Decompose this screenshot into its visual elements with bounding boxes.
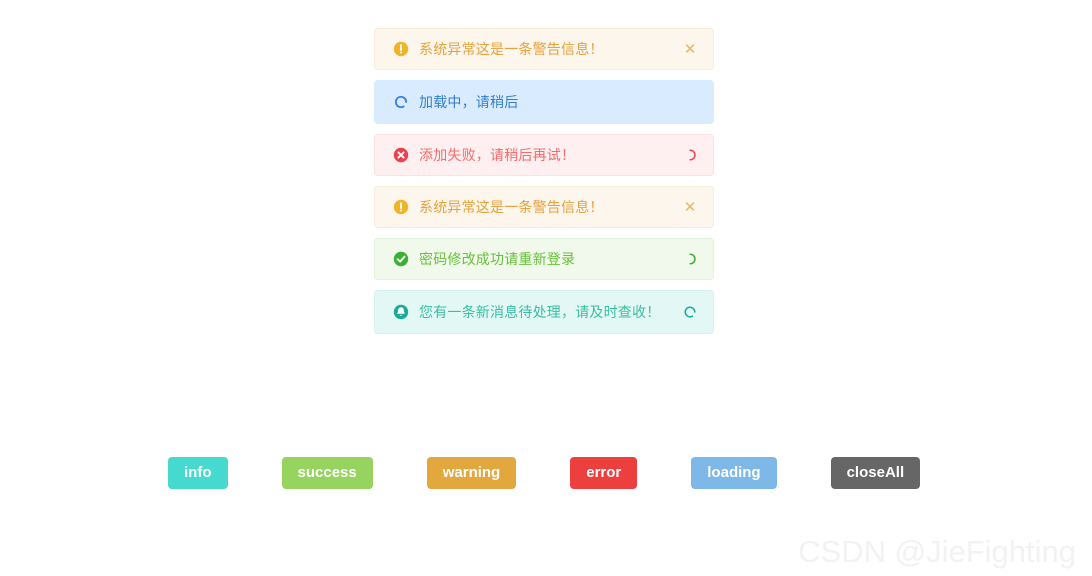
button-warning[interactable]: warning	[426, 457, 517, 489]
alert-message: 添加失败，请稍后再试！	[419, 147, 576, 163]
bell-icon	[393, 304, 409, 320]
error-circle-icon	[393, 147, 409, 163]
close-icon[interactable]: ✕	[681, 198, 699, 216]
loading-spinner-icon	[681, 303, 699, 321]
warning-circle-icon	[393, 41, 409, 57]
alert-info: 您有一条新消息待处理，请及时查收！	[374, 290, 714, 334]
loading-spinner-icon	[681, 146, 699, 164]
alert-error: 添加失败，请稍后再试！	[374, 134, 714, 176]
warning-circle-icon	[393, 199, 409, 215]
watermark: CSDN @JieFighting	[798, 534, 1076, 569]
alert-message: 您有一条新消息待处理，请及时查收！	[419, 304, 661, 320]
alert-right-slot	[681, 93, 699, 111]
button-success[interactable]: success	[281, 457, 373, 489]
loading-spinner-icon	[681, 250, 699, 268]
alert-success: 密码修改成功请重新登录	[374, 238, 714, 280]
alert-message: 系统异常这是一条警告信息！	[419, 199, 604, 215]
button-bar: info success warning error loading closeAll	[168, 457, 921, 489]
alert-message: 密码修改成功请重新登录	[419, 251, 576, 267]
alert-warning: 系统异常这是一条警告信息！ ✕	[374, 28, 714, 70]
button-info[interactable]: info	[168, 457, 228, 489]
loading-spinner-icon	[393, 94, 409, 110]
close-glyph[interactable]: ✕	[684, 200, 697, 215]
button-loading[interactable]: loading	[691, 457, 777, 489]
alert-message: 加载中，请稍后	[419, 94, 519, 110]
button-error[interactable]: error	[570, 457, 638, 489]
alert-stack: 系统异常这是一条警告信息！ ✕ 加载中，请稍后添加失败，请稍后再试！ 系统异常这是一条…	[374, 28, 714, 344]
success-check-icon	[393, 251, 409, 267]
alert-loading: 加载中，请稍后	[374, 80, 714, 124]
alert-message: 系统异常这是一条警告信息！	[419, 41, 604, 57]
close-icon[interactable]: ✕	[681, 40, 699, 58]
alert-warning: 系统异常这是一条警告信息！ ✕	[374, 186, 714, 228]
button-closeall[interactable]: closeAll	[830, 457, 921, 489]
close-glyph[interactable]: ✕	[684, 42, 697, 57]
